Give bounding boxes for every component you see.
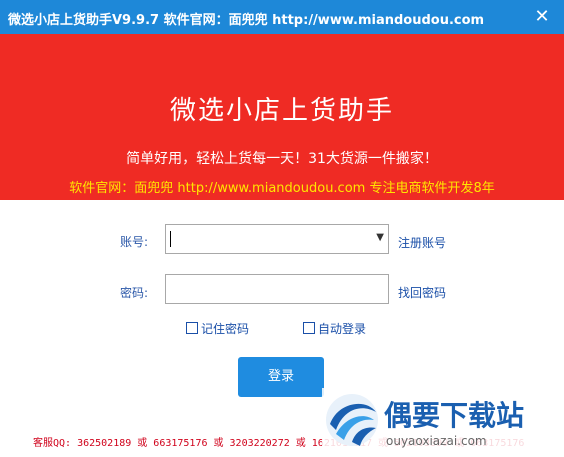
title-bar: 微选小店上货助手V9.9.7 软件官网：面兜兜 http://www.miand… bbox=[0, 0, 564, 34]
register-account-link[interactable]: 注册账号 bbox=[398, 234, 446, 251]
app-name: 微选小店上货助手 bbox=[169, 96, 394, 126]
remember-password-checkbox[interactable]: 记住密码 bbox=[186, 320, 249, 337]
checkbox-icon bbox=[186, 322, 198, 334]
chevron-down-icon[interactable]: ▼ bbox=[376, 232, 384, 243]
login-button[interactable]: 登录 bbox=[238, 357, 324, 397]
password-field[interactable] bbox=[165, 274, 389, 304]
checkbox-icon bbox=[303, 322, 315, 334]
watermark: 偶要下载站 ouyaoxiazai.com bbox=[322, 388, 558, 454]
slogan: 简单好用，轻松上货每一天！31大货源一件搬家！ bbox=[126, 151, 438, 167]
recover-password-link[interactable]: 找回密码 bbox=[398, 284, 446, 301]
text-cursor bbox=[170, 231, 171, 247]
header-banner: 微选小店上货助手 简单好用，轻松上货每一天！31大货源一件搬家！ 软件官网：面兜… bbox=[0, 34, 564, 200]
window-title: 微选小店上货助手V9.9.7 软件官网：面兜兜 http://www.miand… bbox=[8, 13, 485, 28]
site-logo-icon bbox=[326, 394, 378, 446]
watermark-url: ouyaoxiazai.com bbox=[386, 434, 487, 448]
password-label: 密码: bbox=[120, 286, 149, 300]
watermark-brand: 偶要下载站 bbox=[384, 399, 525, 432]
remember-password-label: 记住密码 bbox=[201, 322, 250, 336]
close-icon[interactable]: ✕ bbox=[530, 6, 554, 28]
account-label: 账号: bbox=[120, 235, 149, 249]
website-line: 软件官网：面兜兜 http://www.miandoudou.com 专注电商软… bbox=[69, 181, 495, 196]
auto-login-label: 自动登录 bbox=[318, 322, 367, 336]
auto-login-checkbox[interactable]: 自动登录 bbox=[303, 320, 366, 337]
account-select[interactable]: ▼ bbox=[165, 224, 389, 254]
